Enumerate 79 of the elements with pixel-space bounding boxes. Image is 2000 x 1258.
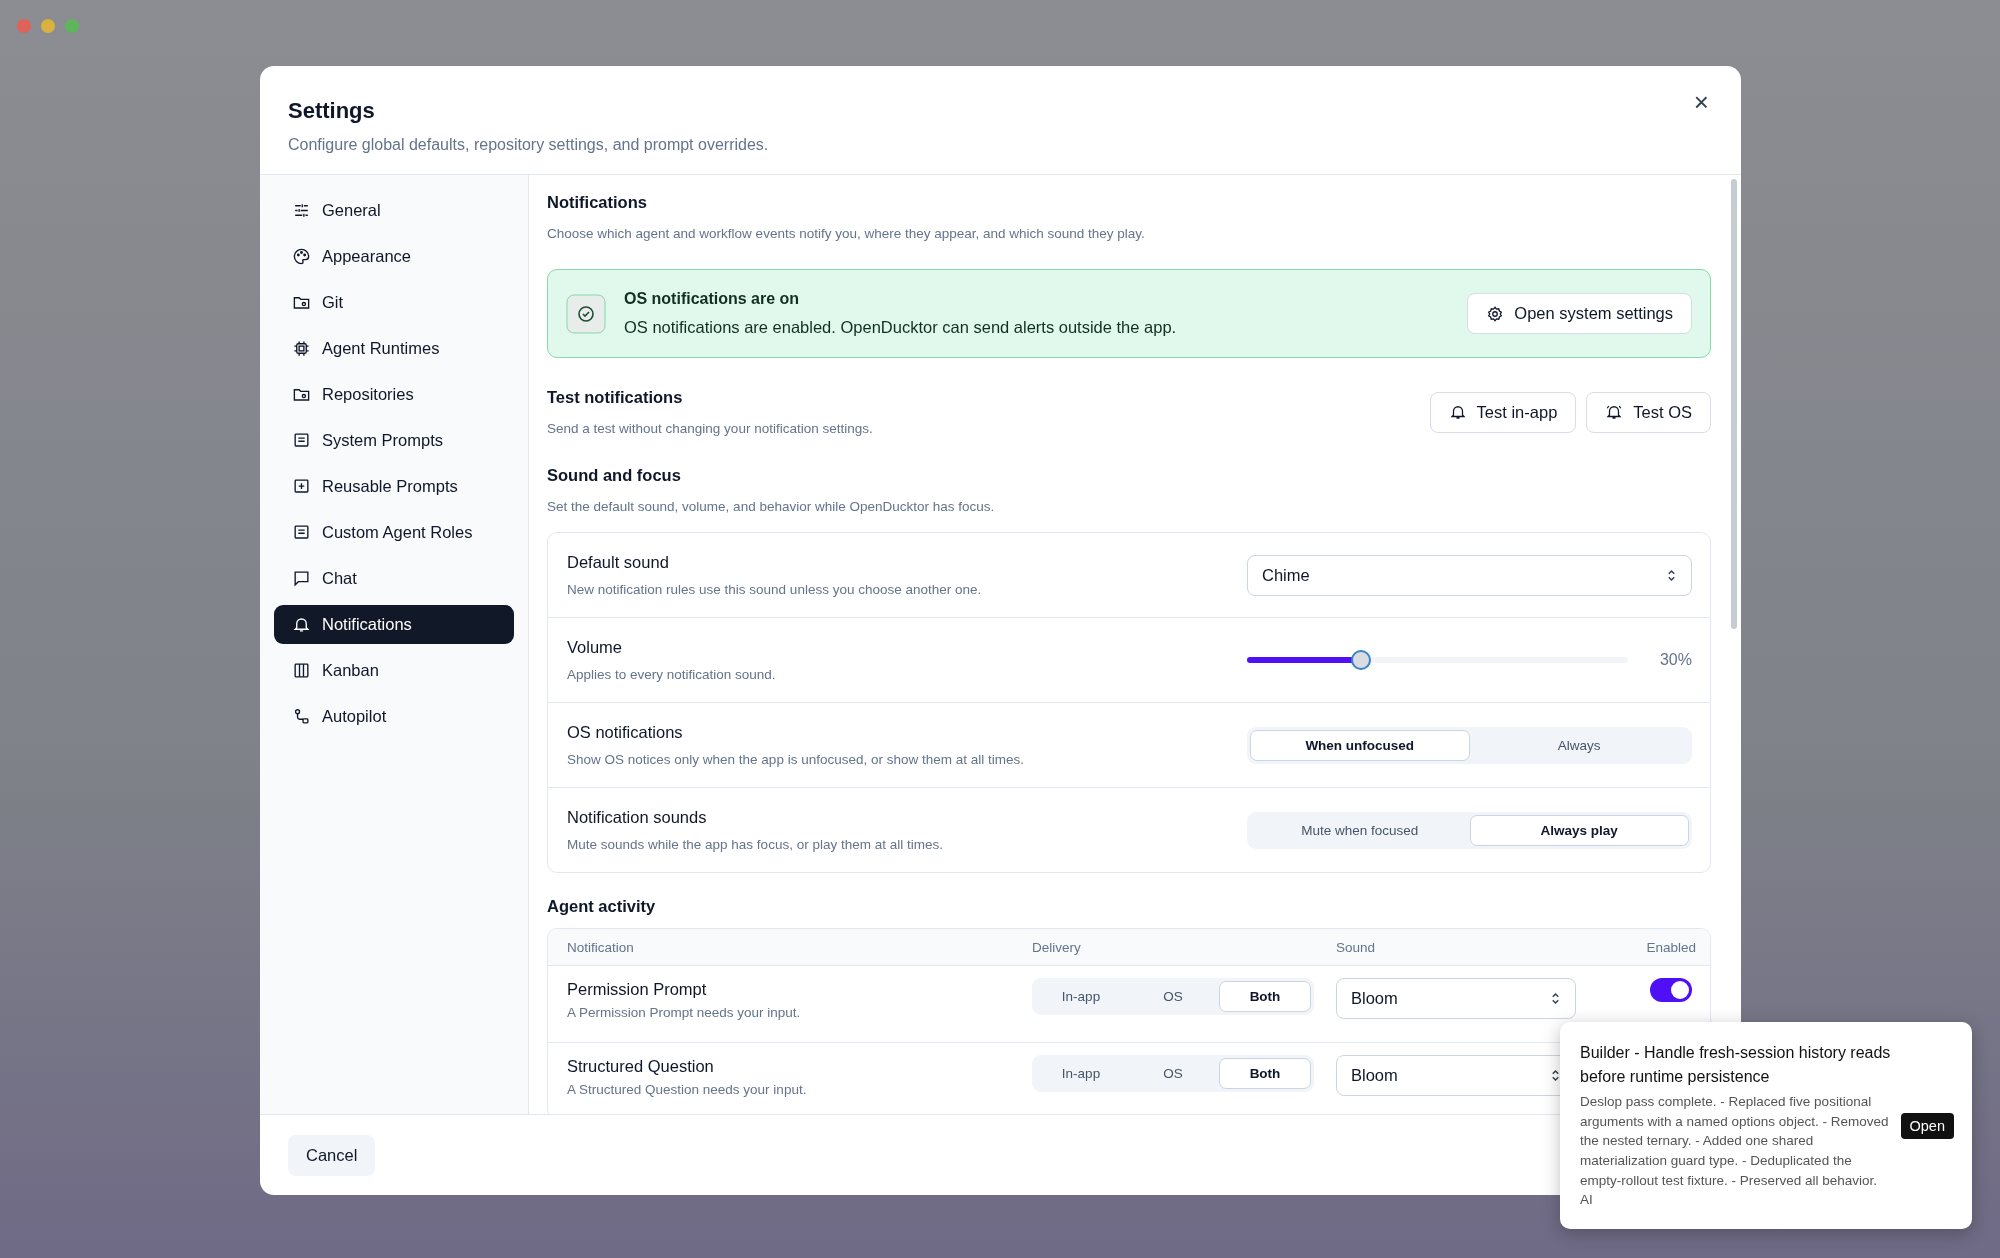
sound-select[interactable]: Chime [1247,554,1692,596]
bell-icon [292,615,311,634]
chevron-up-down-icon [1550,1068,1561,1083]
notification-description: A Permission Prompt needs your input. [567,1005,802,1020]
segment-option[interactable]: Mute when focused [1250,814,1470,846]
sidebar-item[interactable]: Repositories [274,375,514,414]
section-title: Test notifications [547,388,684,407]
volume-reading: 30% [1659,651,1692,669]
delivery-option[interactable]: In-app [1035,981,1127,1012]
dialog-subtitle: Configure global defaults, repository settings, and prompt overrides. [288,136,770,154]
setting-description: Show OS notices only when the app is unfocused, or show them at all times. [567,752,1025,767]
sidebar-item[interactable]: Git [274,283,514,322]
banner-message: OS notifications are enabled. OpenDucktor can send alerts outside the app. [624,318,1178,337]
sliders-icon [292,201,311,220]
bell-icon [1448,403,1467,421]
sidebar-item[interactable]: Agent Runtimes [274,329,514,368]
setting-title: Notification sounds [567,808,708,827]
section-title: Sound and focus [547,466,682,485]
banner-title: OS notifications are on [624,290,801,308]
delivery-option[interactable]: OS [1127,981,1219,1012]
section-title: Notifications [547,193,648,212]
open-system-settings-button[interactable]: Open system settings [1467,293,1692,334]
sidebar-item[interactable]: Reusable Prompts [274,467,514,506]
setting-description: Mute sounds while the app has focus, or play them at all times. [567,837,944,852]
route-icon [292,707,311,726]
chevron-up-down-icon [1666,567,1677,583]
setting-title: OS notifications [567,723,684,742]
column-header: Enabled [1645,939,1696,955]
segment-option[interactable]: Always [1469,729,1689,761]
setting-description: Applies to every notification sound. [567,667,777,682]
setting-title: Default sound [567,553,670,572]
delivery-option[interactable]: Both [1219,981,1311,1012]
chevron-up-down-icon [1550,991,1561,1006]
segment-option[interactable]: Always play [1469,814,1689,846]
palette-icon [292,247,311,266]
column-header: Delivery [1032,939,1082,955]
sidebar-item[interactable]: Custom Agent Roles [274,513,514,552]
ringing-bell-icon [1605,403,1624,421]
volume-slider[interactable] [1247,650,1628,670]
enabled-toggle[interactable] [1650,978,1692,1002]
section-description: Choose which agent and workflow events notify you, where they appear, and which sound they play. [547,226,1146,241]
chip-icon [292,339,311,358]
section-description: Set the default sound, volume, and behavior while OpenDucktor has focus. [547,499,996,514]
open-button[interactable]: Open [1900,1112,1954,1139]
add-document-icon [292,477,311,496]
sidebar-item[interactable]: Autopilot [274,697,514,736]
sidebar-item[interactable]: Appearance [274,237,514,276]
section-description: Send a test without changing your notification settings. [547,421,873,436]
sidebar-item[interactable]: System Prompts [274,421,514,460]
notification-name: Structured Question [567,1057,715,1076]
delivery-option[interactable]: Both [1219,1058,1311,1089]
cancel-button[interactable]: Cancel [288,1134,376,1176]
sidebar-item[interactable]: Kanban [274,651,514,690]
close-button[interactable]: × [1687,86,1715,119]
delivery-option[interactable]: OS [1127,1058,1219,1089]
section-title: Agent activity [547,897,657,916]
segment-option[interactable]: When unfocused [1250,729,1470,761]
toast-title: Builder - Handle fresh-session history reads before runtime persistence [1580,1043,1891,1088]
sidebar-item[interactable]: General [274,191,514,230]
sound-select[interactable]: Bloom [1336,978,1576,1019]
chat-icon [292,569,311,588]
notification-name: Permission Prompt [567,980,708,999]
notification-description: A Structured Question needs your input. [567,1082,808,1097]
test-button[interactable]: Test in-app [1429,391,1577,433]
column-header: Sound [1336,939,1377,955]
setting-title: Volume [567,638,624,657]
column-header: Notification [567,939,635,955]
test-button[interactable]: Test OS [1586,391,1711,433]
document-icon [292,431,311,450]
sidebar-item[interactable]: Chat [274,559,514,598]
settings-icon [1486,304,1505,323]
scrollbar[interactable] [1731,179,1737,629]
sidebar-item[interactable]: Notifications [274,605,514,644]
columns-icon [292,661,311,680]
delivery-option[interactable]: In-app [1035,1058,1127,1089]
dialog-title: Settings [288,98,375,124]
document-icon [292,523,311,542]
toast-message: Deslop pass complete. - Replaced five positional arguments with a named options object. - Removed the nested ternary. - Added one shared materialization guard type. - Deduplicated the empty-rollout test fixture. - Preserved all behavior. AI [1580,1093,1890,1210]
setting-description: New notification rules use this sound unless you choose another one. [567,582,983,597]
